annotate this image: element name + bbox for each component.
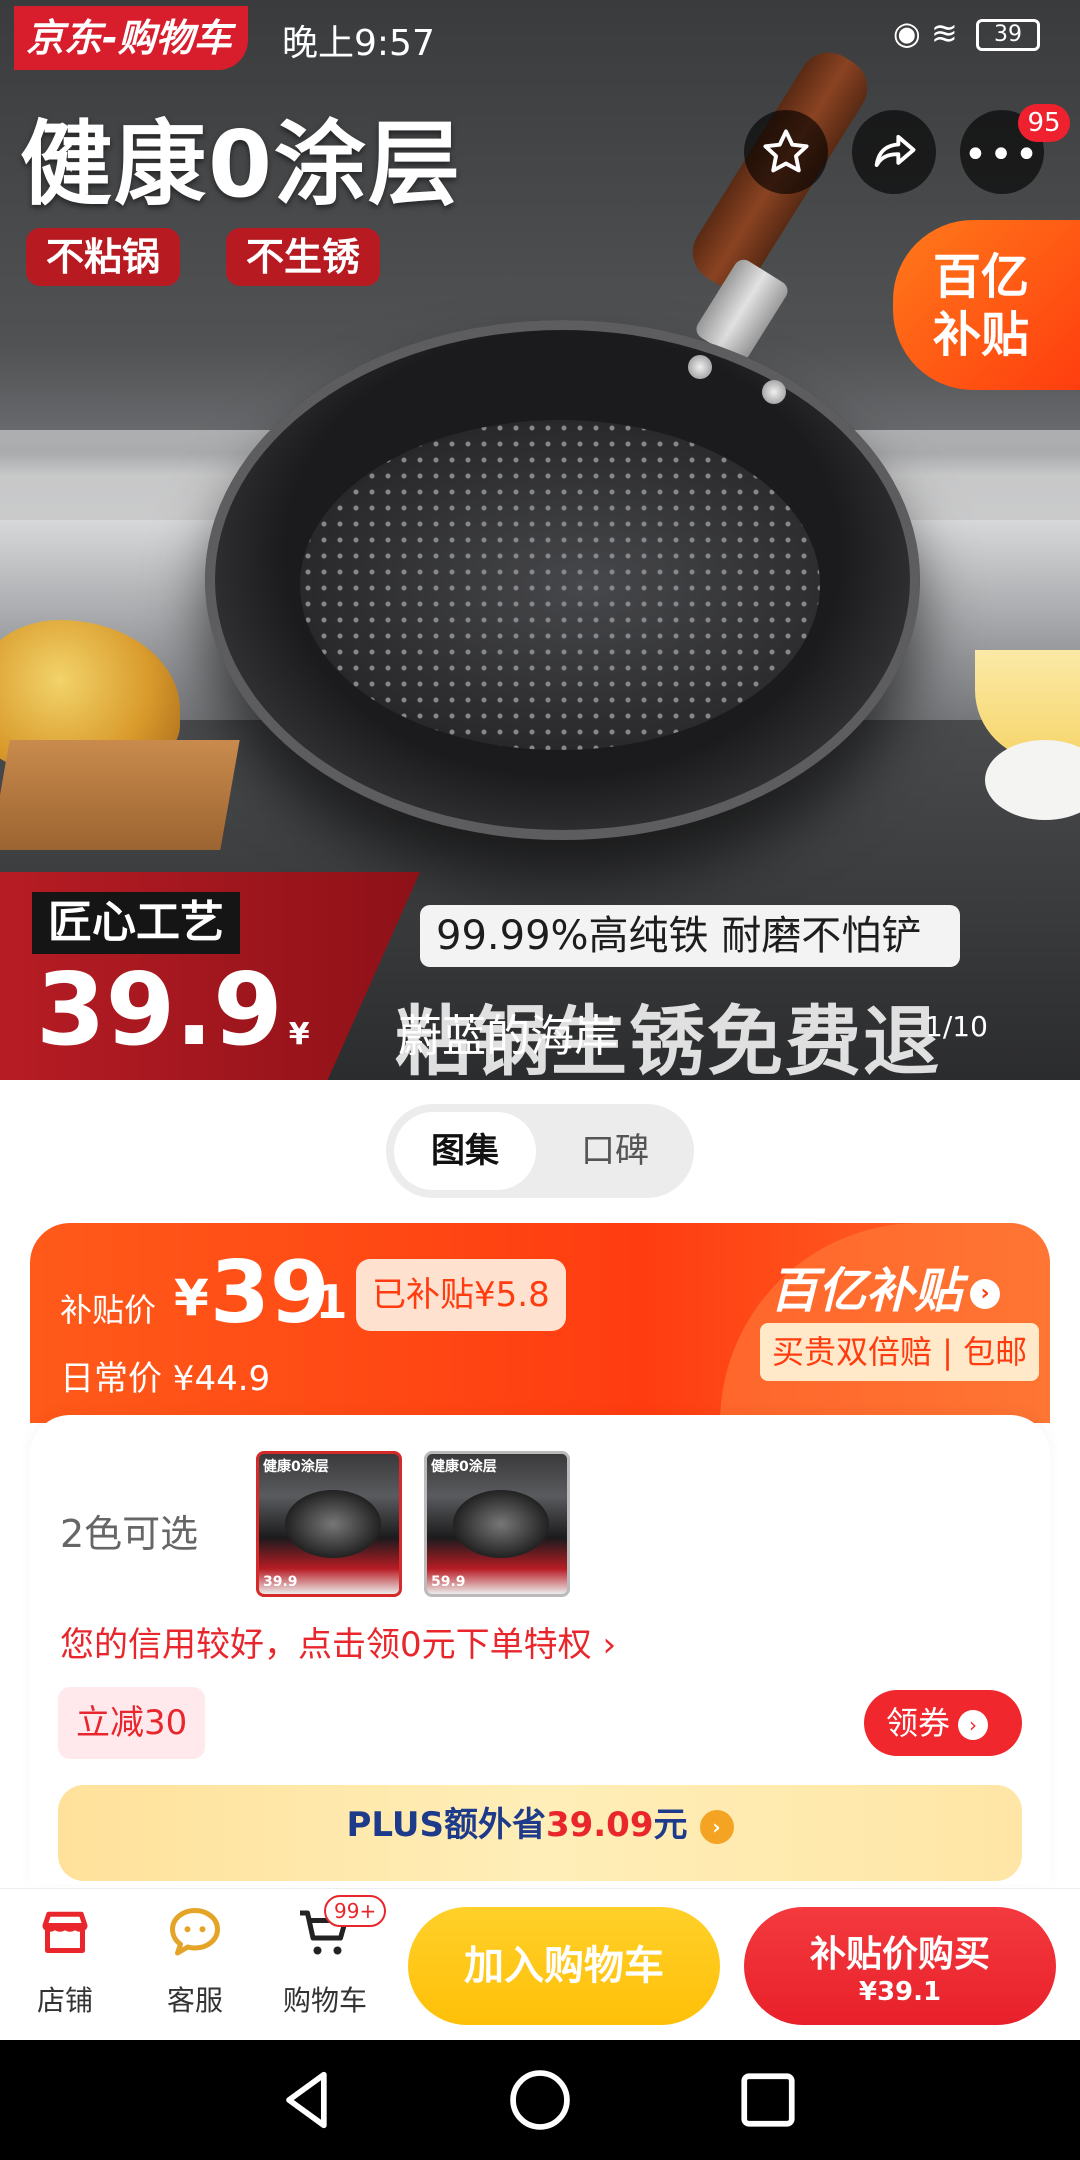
hero-subsidy-line1: 百亿 — [933, 249, 1030, 305]
nav-home-icon[interactable] — [502, 2062, 578, 2138]
product-hero-image[interactable]: 健康0涂层 不粘锅 不生锈 百亿 补贴 匠心工艺 39.9 ¥ 99.99%高纯铁… — [0, 0, 1080, 1080]
hero-watermark: 蔚蓝的海岸 — [398, 1011, 618, 1062]
price-panel: 补贴价 ¥ 39 .1 已补贴¥5.8 日常价 ¥44.9 百亿补贴 › 买贵双倍… — [30, 1223, 1050, 1423]
thumbnail-price: 59.9 — [431, 1574, 466, 1590]
plus-savings-banner[interactable]: PLUS额外省39.09元 › — [58, 1785, 1022, 1881]
pan-hammered-surface — [300, 420, 820, 750]
favorite-button[interactable] — [744, 110, 828, 194]
thumbnail-price: 39.9 — [263, 1574, 298, 1590]
credit-privilege-link[interactable]: 您的信用较好，点击领0元下单特权 › — [60, 1617, 616, 1666]
status-time: 晚上9:57 — [282, 23, 435, 64]
color-options-label[interactable]: 2色可选 — [60, 1503, 198, 1558]
thumbnail-pan-image — [453, 1490, 549, 1558]
price-promise: 买贵双倍赔 | 包邮 — [760, 1323, 1040, 1381]
back-arrow-icon: ‹ — [49, 110, 79, 194]
customer-service-button[interactable]: 客服 — [140, 1903, 250, 2033]
subsidy-price-currency: ¥ — [174, 1269, 209, 1327]
buy-now-price: ¥39.1 — [858, 1977, 942, 2007]
hero-tag-rustproof: 不生锈 — [226, 228, 381, 286]
thumbnail-pan-image — [285, 1490, 381, 1558]
get-coupon-label: 领券 — [886, 1704, 951, 1742]
hero-price: 39.9 ¥ — [36, 960, 310, 1080]
wifi-icon: ≋ — [931, 14, 958, 52]
buy-now-button[interactable]: 补贴价购买 ¥39.1 — [744, 1907, 1056, 2025]
star-icon — [763, 129, 809, 173]
cutting-board-image — [0, 740, 240, 850]
hero-subsidy-badge: 百亿 补贴 — [893, 220, 1080, 390]
color-option-thumbnail[interactable]: 健康0涂层 39.9 — [256, 1451, 402, 1597]
nav-recents-icon[interactable] — [730, 2062, 806, 2138]
status-icons: ◉ ≋ 39 — [893, 14, 1040, 52]
get-coupon-button[interactable]: 领券 › — [864, 1690, 1022, 1756]
hero-price-value: 39.9 — [36, 951, 283, 1068]
chevron-right-icon: › — [699, 1809, 734, 1844]
plus-suffix: 元 — [653, 1805, 688, 1845]
nav-back-icon[interactable] — [270, 2062, 346, 2138]
buy-now-label: 补贴价购买 — [809, 1934, 990, 1975]
tab-reviews[interactable]: 口碑 — [544, 1112, 686, 1190]
status-app-label: 京东-购物车 — [14, 6, 248, 70]
message-count-badge: 95 — [1018, 104, 1070, 142]
hero-price-unit: ¥ — [288, 1017, 310, 1052]
chevron-right-icon: › — [970, 1279, 1001, 1309]
share-icon — [874, 134, 916, 167]
cart-button[interactable]: 99+ 购物车 — [270, 1895, 387, 2033]
system-navigation-bar — [0, 2040, 1080, 2160]
plus-prefix: PLUS额外省 — [346, 1805, 546, 1845]
options-card: 2色可选 健康0涂层 39.9 健康0涂层 59.9 您的信用较好，点击领0元下… — [30, 1415, 1050, 1885]
share-button[interactable] — [852, 110, 936, 194]
hero-feature-text: 99.99%高纯铁 耐磨不怕铲 — [420, 905, 960, 967]
tab-gallery[interactable]: 图集 — [394, 1112, 536, 1190]
subsidy-price-decimal: .1 — [298, 1275, 348, 1329]
status-bar: 京东-购物车 晚上9:57 ◉ ≋ 39 — [0, 0, 1080, 72]
bottom-action-bar: 店铺 客服 99+ 购物车 加入购物车 补贴价购买 ¥39.1 — [0, 1888, 1080, 2040]
back-button[interactable]: ‹ — [22, 110, 106, 194]
thumbnail-title: 健康0涂层 — [431, 1459, 497, 1475]
hero-tag-nonstick: 不粘锅 — [26, 228, 181, 286]
media-tabs: 图集 口碑 — [386, 1104, 694, 1198]
plus-amount: 39.09 — [545, 1805, 654, 1845]
battery-icon: 39 — [976, 19, 1040, 51]
shop-button[interactable]: 店铺 — [10, 1903, 120, 2033]
color-option-thumbnail[interactable]: 健康0涂层 59.9 — [424, 1451, 570, 1597]
thumbnail-title: 健康0涂层 — [263, 1459, 329, 1475]
cart-count-badge: 99+ — [324, 1895, 387, 1927]
hero-craft-label: 匠心工艺 — [32, 892, 240, 954]
customer-service-label: 客服 — [166, 1984, 223, 2017]
subsidy-brand-link[interactable]: 百亿补贴 › — [770, 1251, 1001, 1321]
pan-rivet — [762, 380, 786, 404]
subsidy-price-label: 补贴价 — [60, 1291, 157, 1329]
hero-page-indicator: 1/10 — [925, 1010, 988, 1043]
chat-bubble-icon — [170, 1908, 220, 1956]
add-to-cart-button[interactable]: 加入购物车 — [408, 1907, 720, 2025]
subsidized-amount-badge: 已补贴¥5.8 — [356, 1259, 566, 1331]
store-icon — [42, 1911, 88, 1953]
instant-discount-tag: 立减30 — [58, 1687, 206, 1759]
subsidy-brand-label: 百亿补贴 — [770, 1263, 963, 1319]
shop-label: 店铺 — [36, 1984, 93, 2017]
plus-savings-text: PLUS额外省39.09元 › — [58, 1785, 1022, 1865]
hero-subsidy-line2: 补贴 — [933, 307, 1030, 363]
daily-price: 日常价 ¥44.9 — [60, 1359, 271, 1399]
eye-icon: ◉ — [892, 14, 921, 52]
cart-label: 购物车 — [282, 1984, 367, 2017]
pan-rivet — [688, 355, 712, 379]
chevron-right-icon: › — [958, 1710, 989, 1740]
